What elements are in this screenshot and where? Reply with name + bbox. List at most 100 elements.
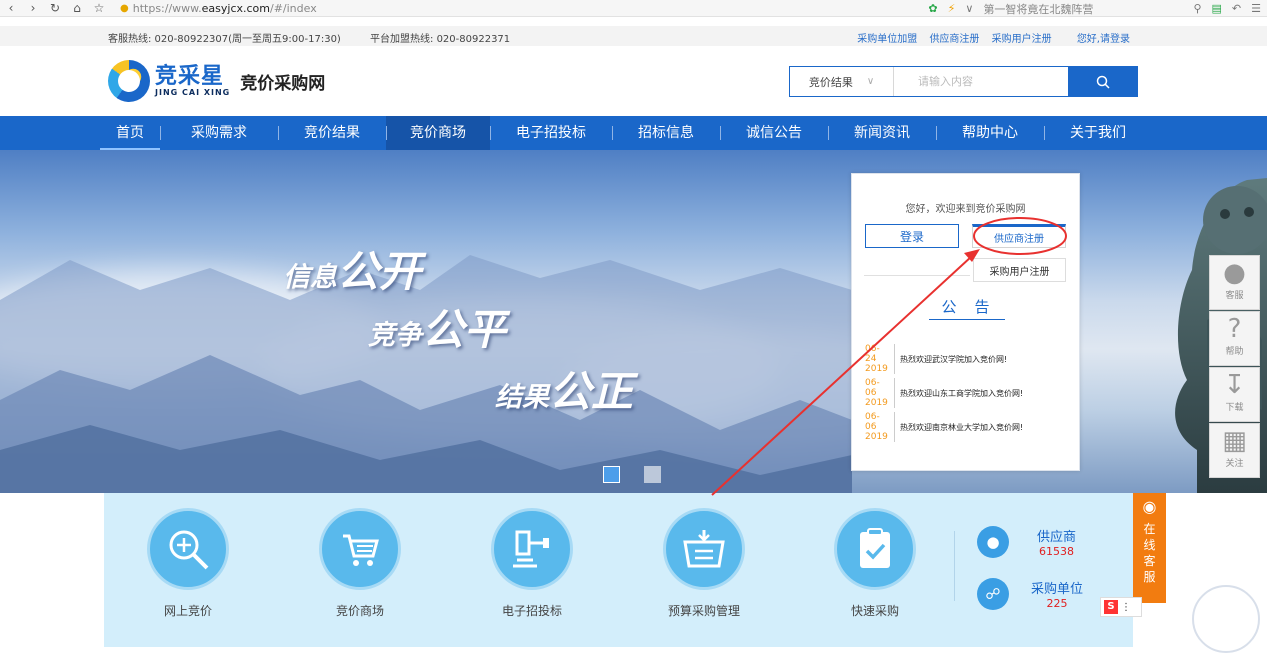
feature-e-tender[interactable]: 电子招投标 <box>482 508 582 619</box>
nav-item[interactable]: 竞价商场 <box>386 116 490 150</box>
notice-date-md: 06-06 <box>865 378 880 398</box>
site-header: 竞采星 JING CAI XING 竞价采购网 竞价结果 ∨ <box>0 46 1267 116</box>
notice-item[interactable]: 06-06 2019 热烈欢迎南京林业大学加入竞价网! <box>865 412 1023 442</box>
extension-icon[interactable]: ✿ <box>928 2 937 15</box>
link-supplier-register[interactable]: 供应商注册 <box>929 34 979 45</box>
site-logo[interactable]: 竞采星 JING CAI XING 竞价采购网 <box>108 60 325 102</box>
gavel-icon <box>491 508 573 590</box>
supplier-register-button[interactable]: 供应商注册 <box>972 224 1066 248</box>
slogan-line-2: 竞争公平 <box>368 296 506 357</box>
nav-item[interactable]: 招标信息 <box>612 116 720 150</box>
forward-icon[interactable]: › <box>22 1 44 15</box>
chat-bubble-icon: ◉ <box>1142 497 1157 516</box>
magnifier-icon <box>147 508 229 590</box>
login-link[interactable]: 您好,请登录 <box>1077 34 1130 45</box>
ime-more-icon: ⋮ <box>1121 601 1131 613</box>
slogan-1-big: 公开 <box>337 247 422 296</box>
bookmark-star-icon[interactable]: ☆ <box>88 1 110 15</box>
side-tool-label: 下载 <box>1225 403 1244 413</box>
slogan-line-3: 结果公正 <box>495 358 633 419</box>
top-info-strip: 客服热线: 020-80922307(周一至周五9:00-17:30) 平台加盟… <box>0 26 1267 46</box>
feature-online-bidding[interactable]: 网上竞价 <box>138 508 238 619</box>
qrcode-icon: ▦ <box>1222 426 1247 456</box>
chevron-down-icon[interactable]: ∨ <box>965 2 973 15</box>
nav-item[interactable]: 首页 <box>100 116 160 150</box>
nav-item[interactable]: 关于我们 <box>1044 116 1152 150</box>
browser-toolbar: ‹ › ↻ ⌂ ☆ ● https://www. easyjcx.com/#/in… <box>0 0 1267 17</box>
nav-item[interactable]: 采购需求 <box>160 116 278 150</box>
ime-toolbar[interactable]: S ⋮ <box>1100 597 1142 617</box>
search-input[interactable] <box>894 67 1068 96</box>
partner-hotline: 平台加盟热线: 020-80922371 <box>370 34 511 45</box>
home-icon[interactable]: ⌂ <box>66 1 88 15</box>
back-icon[interactable]: ‹ <box>0 1 22 15</box>
carousel-dot-1[interactable] <box>603 466 620 483</box>
notice-title: 公告 <box>941 298 1008 316</box>
side-tool-download[interactable]: ↧ 下载 <box>1209 367 1260 422</box>
reload-icon[interactable]: ↻ <box>44 1 66 15</box>
service-hotline: 客服热线: 020-80922307(周一至周五9:00-17:30) <box>108 34 341 45</box>
notice-date-y: 2019 <box>865 398 888 408</box>
online-service-tab[interactable]: ◉ 在 线 客 服 <box>1133 493 1166 603</box>
nav-item[interactable]: 电子招投标 <box>490 116 612 150</box>
url-host: easyjcx.com <box>201 1 270 15</box>
side-tool-label: 关注 <box>1225 459 1244 469</box>
notice-date-md: 06-06 <box>865 412 880 432</box>
search-category-value: 竞价结果 <box>808 75 853 89</box>
link-buyer-join[interactable]: 采购单位加盟 <box>857 34 917 45</box>
login-panel: 您好，欢迎来到竞价采购网 登录 供应商注册 采购用户注册 公告 06-24 201… <box>851 173 1080 471</box>
search-bar: 竞价结果 ∨ <box>789 66 1138 97</box>
stat-label: 采购单位 <box>1031 582 1084 597</box>
clipboard-icon[interactable]: ▤ <box>1212 2 1222 15</box>
feature-mall[interactable]: 竞价商场 <box>310 508 410 619</box>
side-tool-service[interactable]: ● 客服 <box>1209 255 1260 310</box>
stat-value: 225 <box>1046 597 1068 610</box>
menu-icon[interactable]: ☰ <box>1251 2 1261 15</box>
address-bar[interactable]: ● https://www. easyjcx.com/#/index <box>120 2 317 15</box>
side-tool-help[interactable]: ? 帮助 <box>1209 311 1260 366</box>
search-category-select[interactable]: 竞价结果 ∨ <box>790 67 894 96</box>
search-icon <box>1096 75 1110 89</box>
notice-item[interactable]: 06-24 2019 热烈欢迎武汉学院加入竞价网! <box>865 344 1007 374</box>
clipboard-check-icon <box>834 508 916 590</box>
bolt-icon[interactable]: ⚡ <box>948 2 956 15</box>
undo-icon[interactable]: ↶ <box>1232 2 1241 15</box>
divider <box>864 275 970 276</box>
service-char: 服 <box>1143 570 1156 584</box>
slogan-3-small: 结果 <box>495 382 549 413</box>
side-tool-label: 客服 <box>1225 291 1244 301</box>
side-tool-follow[interactable]: ▦ 关注 <box>1209 423 1260 478</box>
notice-date-md: 06-24 <box>865 344 880 364</box>
lock-icon: ● <box>120 2 129 14</box>
logo-mark-icon <box>108 60 150 102</box>
link-buyer-register[interactable]: 采购用户注册 <box>992 34 1052 45</box>
notice-item[interactable]: 06-06 2019 热烈欢迎山东工商学院加入竞价网! <box>865 378 1023 408</box>
nav-item[interactable]: 竞价结果 <box>278 116 386 150</box>
slogan-3-big: 公正 <box>549 367 634 416</box>
watermark-seal <box>1192 585 1260 653</box>
carousel-dot-2[interactable] <box>644 466 661 483</box>
feature-label: 网上竞价 <box>163 604 212 618</box>
browser-search-hint[interactable]: 第一智将竟在北魏阵营 <box>983 1 1183 17</box>
login-button[interactable]: 登录 <box>865 224 959 248</box>
search-icon[interactable]: ⚲ <box>1193 2 1201 15</box>
buyer-register-option[interactable]: 采购用户注册 <box>973 258 1066 282</box>
stats-divider <box>954 531 955 601</box>
feature-label: 快速采购 <box>850 604 899 618</box>
slogan-2-big: 公平 <box>422 305 507 354</box>
nav-item[interactable]: 新闻资讯 <box>828 116 936 150</box>
carousel-indicators <box>603 466 661 483</box>
slogan-1-small: 信息 <box>283 262 337 293</box>
feature-label: 竞价商场 <box>335 604 384 618</box>
feature-budget-purchase[interactable]: 预算采购管理 <box>654 508 754 619</box>
feature-quick-purchase[interactable]: 快速采购 <box>825 508 925 619</box>
url-scheme: https://www. <box>132 1 202 15</box>
bottom-band: 网上竞价 竞价商场 电子招投标 预算采购管理 快速采购 ● 供应商 61538 … <box>0 493 1267 665</box>
search-button[interactable] <box>1068 67 1137 96</box>
nav-item[interactable]: 诚信公告 <box>720 116 828 150</box>
feature-section: 网上竞价 竞价商场 电子招投标 预算采购管理 快速采购 ● 供应商 61538 … <box>104 493 1133 647</box>
nav-item[interactable]: 帮助中心 <box>936 116 1044 150</box>
sogou-icon: S <box>1104 600 1118 614</box>
stat-buyers: ☍ 采购单位 225 <box>977 578 1083 610</box>
logo-en: JING CAI XING <box>155 87 231 97</box>
